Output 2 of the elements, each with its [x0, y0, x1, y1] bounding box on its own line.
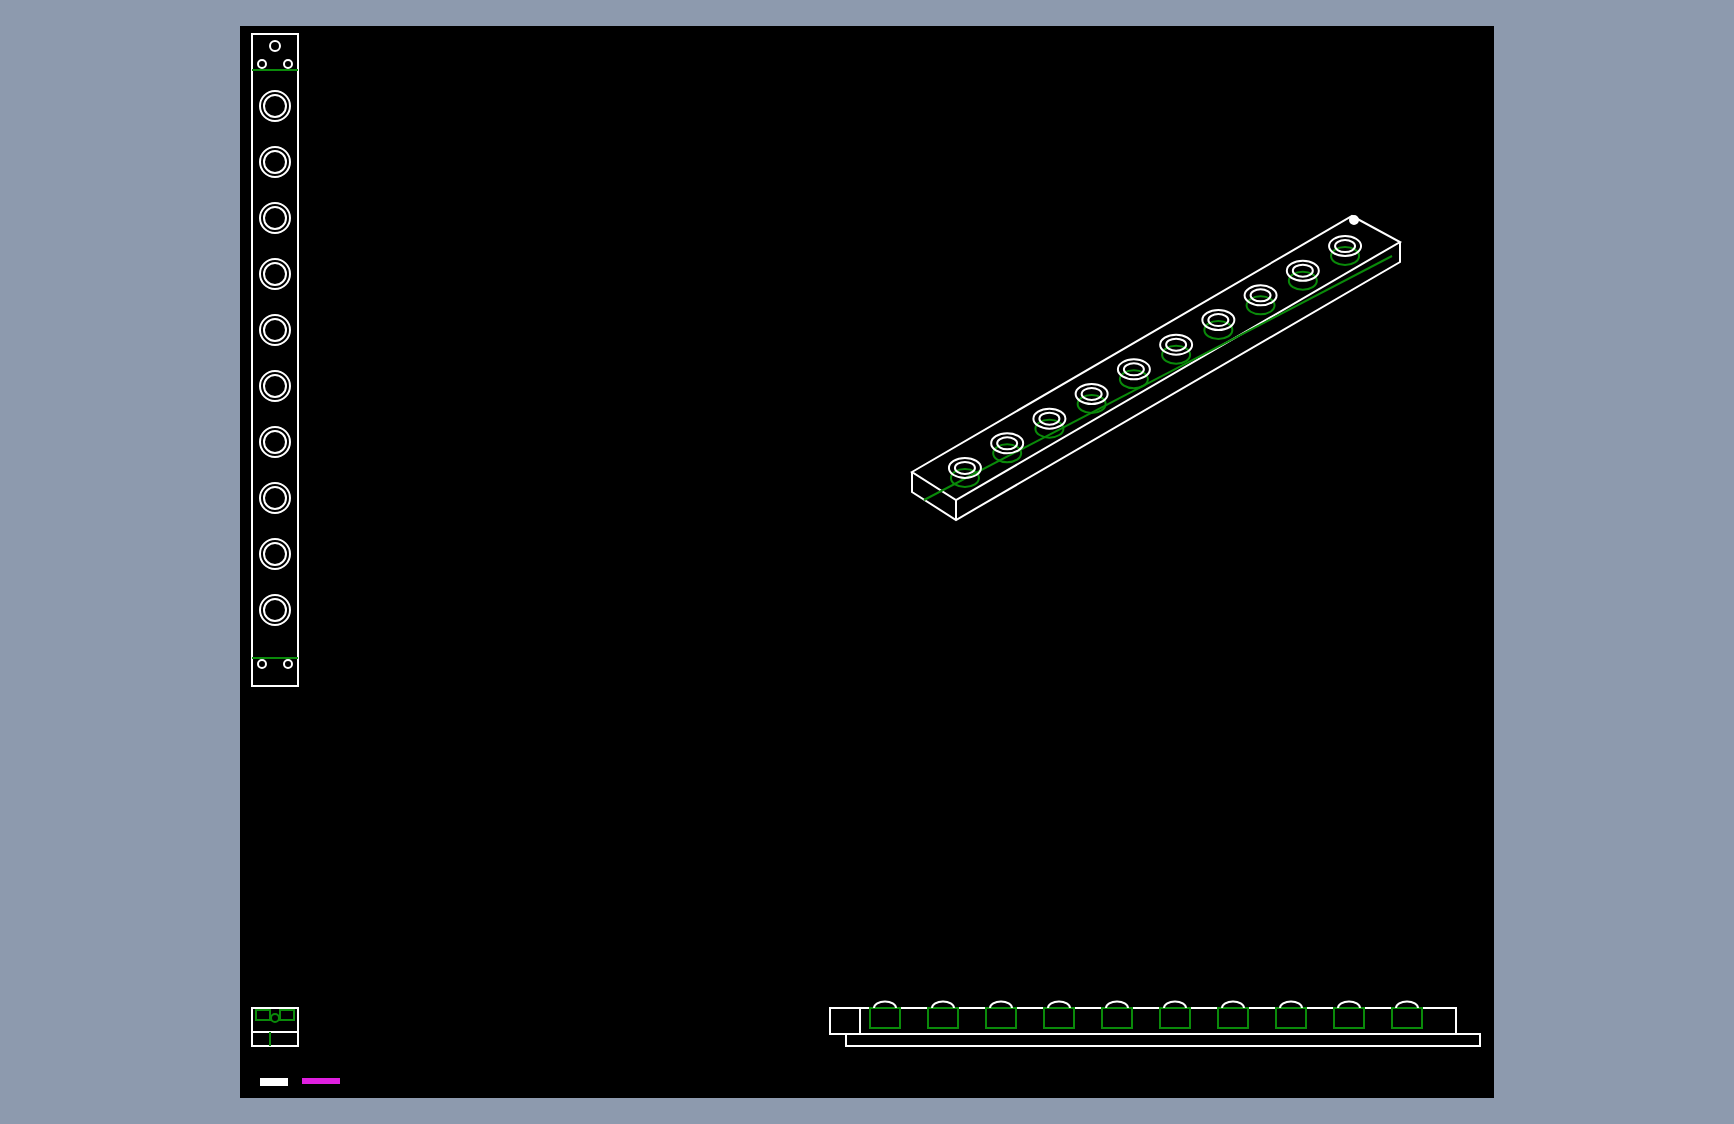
- title-marks-drawing: [260, 1078, 340, 1086]
- end-view-drawing: [251, 1007, 299, 1047]
